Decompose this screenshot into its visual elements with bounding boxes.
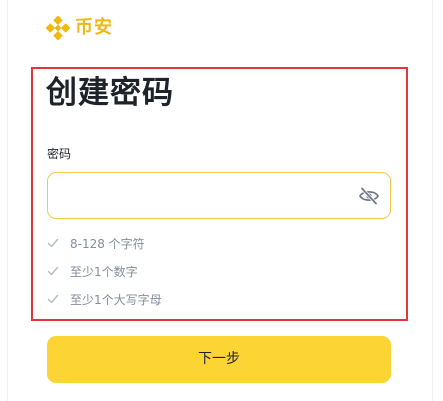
requirement-uppercase: 至少1个大写字母 [47, 289, 162, 309]
check-icon [47, 266, 59, 276]
eye-slash-icon[interactable] [358, 186, 380, 206]
left-border [7, 0, 8, 401]
create-password-screen: 币安 创建密码 密码 8-128 个字符 至少1个数字 至少1个大写字母 下一步 [0, 0, 443, 401]
check-icon [47, 238, 59, 248]
password-field[interactable] [47, 172, 391, 219]
requirement-text: 至少1个数字 [70, 264, 138, 279]
brand-logo[interactable]: 币安 [46, 14, 113, 42]
password-label: 密码 [47, 147, 72, 161]
next-button[interactable]: 下一步 [47, 336, 391, 383]
check-icon [47, 294, 59, 304]
binance-diamond-icon [46, 16, 70, 40]
password-input[interactable] [60, 173, 350, 218]
requirement-text: 8-128 个字符 [70, 236, 145, 251]
requirement-digit: 至少1个数字 [47, 261, 138, 281]
brand-name: 币安 [75, 17, 113, 38]
right-border [432, 0, 433, 401]
requirement-text: 至少1个大写字母 [70, 292, 162, 307]
requirement-length: 8-128 个字符 [47, 233, 145, 253]
page-title: 创建密码 [46, 75, 174, 111]
